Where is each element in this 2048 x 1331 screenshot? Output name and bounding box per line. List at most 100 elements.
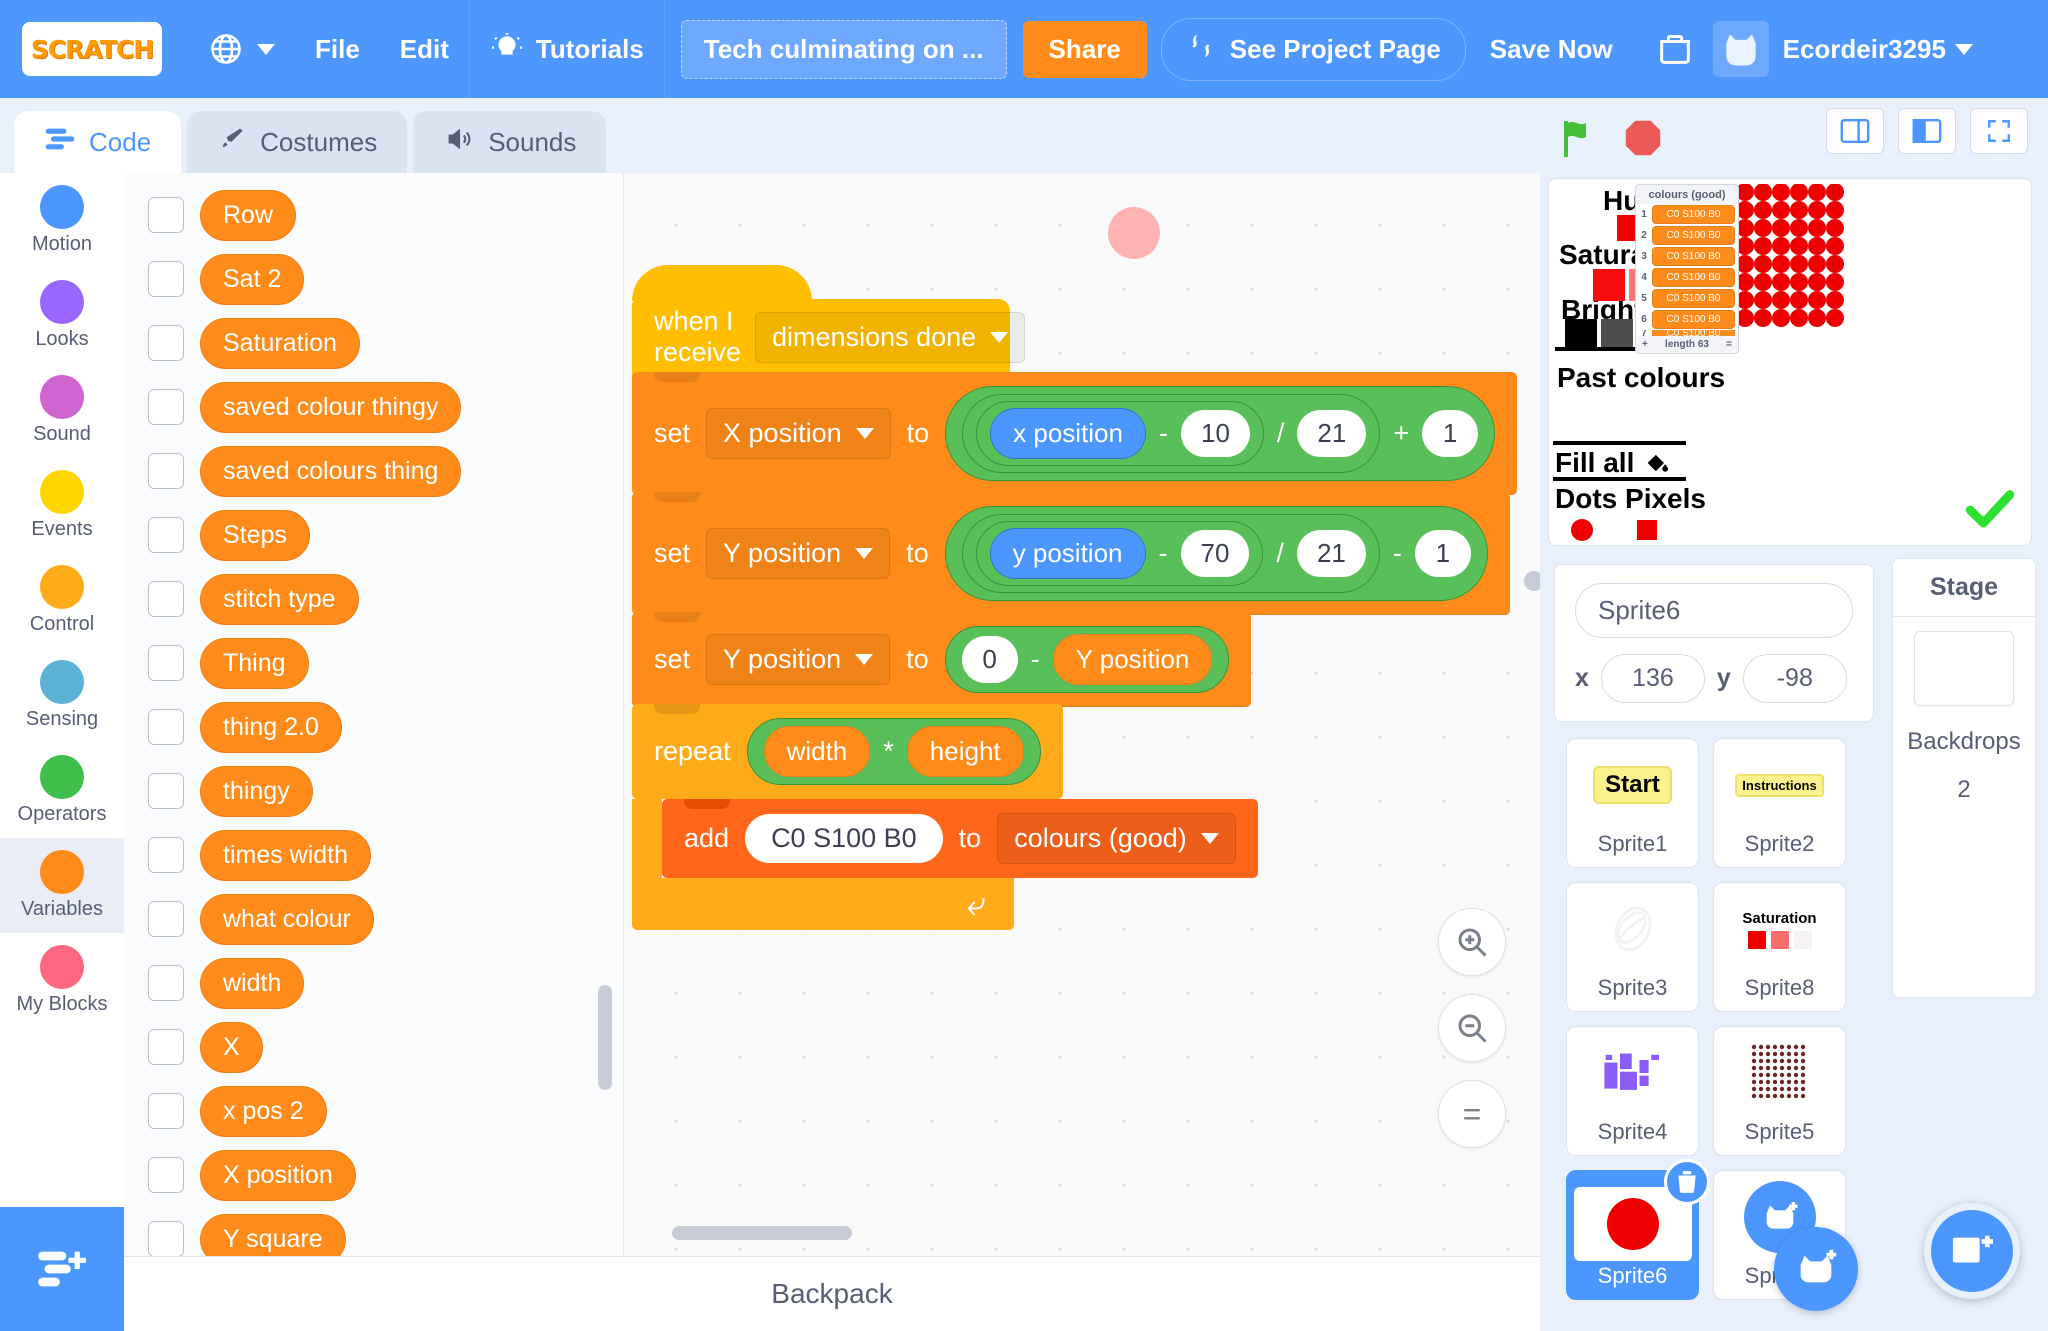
sprite-card-sprite2[interactable]: Instructions Sprite2 [1713, 738, 1846, 868]
tab-sounds[interactable]: Sounds [413, 111, 607, 173]
variable-checkbox[interactable] [148, 837, 184, 873]
add-sprite-icon[interactable] [1774, 1227, 1858, 1311]
height-variable-reporter[interactable]: height [906, 726, 1024, 777]
variable-dropdown[interactable]: Y position [706, 634, 891, 685]
number-input[interactable]: 70 [1180, 530, 1250, 577]
variable-checkbox[interactable] [148, 1157, 184, 1193]
number-input[interactable]: 1 [1414, 530, 1471, 577]
workspace-horizontal-scrollbar[interactable] [672, 1226, 852, 1240]
small-stage-layout-icon[interactable] [1826, 108, 1884, 154]
variable-dropdown[interactable]: X position [706, 408, 891, 459]
block-palette[interactable]: Row Sat 2 Saturation saved colour thingy… [124, 173, 624, 1256]
set-y-position-block[interactable]: set Y position to y position - 70 / 21 -… [632, 492, 1510, 615]
number-input[interactable]: 21 [1297, 410, 1367, 457]
workspace-resize-handle[interactable] [1524, 571, 1540, 591]
category-sound[interactable]: Sound [0, 363, 124, 458]
variable-block[interactable]: width [200, 957, 305, 1009]
set-y-position-negate-block[interactable]: set Y position to 0 - Y position [632, 612, 1252, 707]
add-extension-icon[interactable] [0, 1207, 124, 1331]
variable-block[interactable]: Saturation [200, 317, 360, 369]
stage[interactable]: Hue Saturation Brightness Past colours F… [1548, 178, 2032, 546]
stage-selector-panel[interactable]: Stage Backdrops 2 [1892, 558, 2036, 998]
list-row-value[interactable]: C0 S100 B0 [1652, 205, 1735, 224]
subtract-operator-block[interactable]: 0 - Y position [944, 626, 1230, 693]
variable-dropdown[interactable]: Y position [706, 528, 891, 579]
green-check-icon[interactable] [1963, 488, 2017, 537]
sprite-card-sprite3[interactable]: Sprite3 [1566, 882, 1699, 1012]
variable-checkbox[interactable] [148, 709, 184, 745]
variable-block[interactable]: Steps [200, 509, 310, 561]
list-row[interactable]: 1 C0 S100 B0 [1636, 204, 1738, 225]
backpack-bar[interactable]: Backpack [124, 1256, 1540, 1331]
category-control[interactable]: Control [0, 553, 124, 648]
tab-code[interactable]: Code [14, 111, 182, 173]
list-add-button[interactable]: + [1642, 339, 1648, 350]
variable-block[interactable]: saved colour thingy [200, 381, 462, 433]
list-row[interactable]: 6 C0 S100 B0 [1636, 309, 1738, 330]
divide-operator-block[interactable]: y position - 70 / 21 [961, 514, 1380, 593]
variable-checkbox[interactable] [148, 581, 184, 617]
variable-block[interactable]: X [200, 1021, 263, 1073]
list-row-value[interactable]: C0 S100 B0 [1652, 289, 1735, 308]
trash-icon[interactable] [1664, 1159, 1710, 1205]
variable-checkbox[interactable] [148, 1029, 184, 1065]
subtract-operator-block[interactable]: y position - 70 / 21 - 1 [944, 506, 1488, 601]
variable-checkbox[interactable] [148, 261, 184, 297]
variable-checkbox[interactable] [148, 325, 184, 361]
set-x-position-block[interactable]: set X position to x position - 10 / 21 +… [632, 372, 1518, 495]
y-position-reporter[interactable]: y position [989, 528, 1146, 579]
list-row[interactable]: 7 C0 S100 B0 [1636, 330, 1738, 336]
fill-all-label[interactable]: Fill all [1555, 447, 1672, 479]
folder-icon[interactable] [1655, 29, 1695, 69]
large-stage-layout-icon[interactable] [1898, 108, 1956, 154]
variable-block[interactable]: X position [200, 1149, 356, 1201]
list-resize-handle[interactable]: = [1726, 339, 1732, 350]
add-backdrop-icon[interactable] [1924, 1203, 2020, 1299]
share-button[interactable]: Share [1022, 20, 1147, 78]
palette-scrollbar[interactable] [598, 985, 612, 1090]
list-row[interactable]: 3 C0 S100 B0 [1636, 246, 1738, 267]
variable-checkbox[interactable] [148, 1093, 184, 1129]
y-position-variable-reporter[interactable]: Y position [1052, 634, 1213, 685]
sprite-card-sprite1[interactable]: Start Sprite1 [1566, 738, 1699, 868]
variable-block[interactable]: Sat 2 [200, 253, 305, 305]
subtract-operator-block-inner[interactable]: y position - 70 [975, 521, 1264, 586]
variable-block[interactable]: times width [200, 829, 372, 881]
zoom-in-button[interactable] [1438, 908, 1506, 976]
scratch-logo[interactable]: SCRATCH [22, 22, 162, 76]
variable-checkbox[interactable] [148, 645, 184, 681]
when-i-receive-block[interactable]: when I receive dimensions done [632, 265, 1026, 375]
variable-checkbox[interactable] [148, 517, 184, 553]
width-variable-reporter[interactable]: width [763, 726, 871, 777]
divide-operator-block[interactable]: x position - 10 / 21 [962, 394, 1381, 473]
sprite-card-sprite6[interactable]: Sprite6 [1566, 1159, 1710, 1300]
variable-checkbox[interactable] [148, 197, 184, 233]
number-input[interactable]: 1 [1422, 410, 1479, 457]
stop-sign-icon[interactable] [1620, 115, 1668, 163]
number-input[interactable]: 10 [1180, 410, 1250, 457]
variable-checkbox[interactable] [148, 901, 184, 937]
category-events[interactable]: Events [0, 458, 124, 553]
code-workspace[interactable]: when I receive dimensions done set X pos… [624, 173, 1540, 1256]
stage-backdrop-thumb[interactable] [1914, 631, 2014, 706]
list-row-value[interactable]: C0 S100 B0 [1652, 226, 1735, 245]
message-dropdown[interactable]: dimensions done [755, 311, 1026, 363]
sprite-x-input[interactable] [1600, 654, 1705, 703]
category-variables[interactable]: Variables [0, 838, 124, 933]
dots-indicator[interactable] [1571, 519, 1593, 541]
subtract-operator-block[interactable]: x position - 10 [976, 401, 1264, 466]
variable-block[interactable]: Y square [200, 1213, 346, 1256]
variable-block[interactable]: Row [200, 189, 297, 241]
green-flag-icon[interactable] [1556, 115, 1604, 163]
see-project-page-button[interactable]: See Project Page [1160, 17, 1466, 81]
script-stack[interactable]: when I receive dimensions done set X pos… [632, 265, 1518, 930]
project-title-input[interactable]: Tech culminating on ... [680, 19, 1007, 79]
dots-pixels-labels[interactable]: Dots Pixels [1555, 483, 1706, 515]
language-menu[interactable] [188, 0, 295, 98]
variable-block[interactable]: x pos 2 [200, 1085, 327, 1137]
list-row-value[interactable]: C0 S100 B0 [1652, 310, 1735, 329]
variable-block[interactable]: what colour [200, 893, 374, 945]
user-chevron-down-icon[interactable] [1954, 43, 1973, 55]
list-row-value[interactable]: C0 S100 B0 [1652, 247, 1735, 266]
pixels-indicator[interactable] [1637, 520, 1657, 540]
